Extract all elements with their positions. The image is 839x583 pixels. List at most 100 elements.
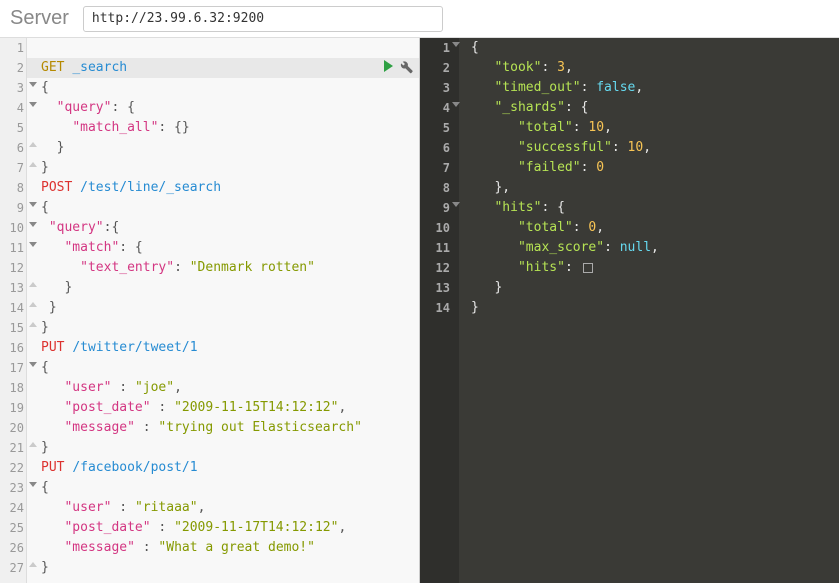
code-content[interactable]: }: [27, 158, 419, 178]
line-number: 24: [0, 498, 27, 518]
editor-line[interactable]: 23{: [0, 478, 419, 498]
editor-line[interactable]: 16PUT /twitter/tweet/1: [0, 338, 419, 358]
fold-icon[interactable]: [29, 442, 37, 447]
editor-line[interactable]: 24 "user" : "ritaaa",: [0, 498, 419, 518]
code-content: "hits":: [459, 258, 593, 278]
server-url-input[interactable]: [83, 6, 443, 32]
editor-line[interactable]: 13 }: [0, 278, 419, 298]
code-content[interactable]: }: [27, 138, 419, 158]
code-content[interactable]: }: [27, 278, 419, 298]
editor-line[interactable]: 18 "user" : "joe",: [0, 378, 419, 398]
editor-line[interactable]: 2GET _search: [0, 58, 419, 78]
editor-line[interactable]: 9{: [0, 198, 419, 218]
line-number: 3: [0, 78, 27, 98]
request-editor-pane[interactable]: 12GET _search3{4 "query": {5 "match_all"…: [0, 38, 420, 583]
code-content[interactable]: "message" : "What a great demo!": [27, 538, 419, 558]
editor-line[interactable]: 21}: [0, 438, 419, 458]
code-content[interactable]: "text_entry": "Denmark rotten": [27, 258, 419, 278]
fold-icon[interactable]: [29, 82, 37, 87]
editor-line[interactable]: 14 }: [0, 298, 419, 318]
main-area: 12GET _search3{4 "query": {5 "match_all"…: [0, 38, 839, 583]
code-content[interactable]: }: [27, 558, 419, 578]
fold-icon[interactable]: [29, 322, 37, 327]
code-content[interactable]: "post_date" : "2009-11-15T14:12:12",: [27, 398, 419, 418]
code-content[interactable]: }: [27, 318, 419, 338]
line-number: 18: [0, 378, 27, 398]
code-content: "total": 10,: [459, 118, 612, 138]
fold-icon[interactable]: [29, 162, 37, 167]
code-content[interactable]: "user" : "ritaaa",: [27, 498, 419, 518]
line-number: 9: [420, 198, 459, 218]
fold-icon[interactable]: [29, 282, 37, 287]
code-content: "took": 3,: [459, 58, 573, 78]
server-label: Server: [10, 7, 69, 30]
response-viewer-pane[interactable]: 1{2 "took": 3,3 "timed_out": false,4 "_s…: [420, 38, 839, 583]
line-number: 23: [0, 478, 27, 498]
line-actions: [384, 60, 413, 74]
editor-line[interactable]: 4 "query": {: [0, 98, 419, 118]
editor-line[interactable]: 25 "post_date" : "2009-11-17T14:12:12",: [0, 518, 419, 538]
code-content[interactable]: }: [27, 298, 419, 318]
editor-line[interactable]: 20 "message" : "trying out Elasticsearch…: [0, 418, 419, 438]
line-number: 1: [0, 38, 27, 58]
fold-icon[interactable]: [29, 142, 37, 147]
code-content[interactable]: {: [27, 358, 419, 378]
fold-icon[interactable]: [29, 302, 37, 307]
fold-icon[interactable]: [452, 202, 460, 207]
code-content[interactable]: }: [27, 438, 419, 458]
response-line: 12 "hits":: [420, 258, 839, 278]
line-number: 8: [0, 178, 27, 198]
code-content[interactable]: POST /test/line/_search: [27, 178, 419, 198]
code-content[interactable]: "match_all": {}: [27, 118, 419, 138]
editor-line[interactable]: 8POST /test/line/_search: [0, 178, 419, 198]
response-line: 3 "timed_out": false,: [420, 78, 839, 98]
editor-line[interactable]: 27}: [0, 558, 419, 578]
editor-line[interactable]: 6 }: [0, 138, 419, 158]
editor-line[interactable]: 1: [0, 38, 419, 58]
code-content[interactable]: "user" : "joe",: [27, 378, 419, 398]
code-content[interactable]: "query": {: [27, 98, 419, 118]
code-content[interactable]: "query":{: [27, 218, 419, 238]
editor-line[interactable]: 17{: [0, 358, 419, 378]
response-line: 1{: [420, 38, 839, 58]
wrench-icon[interactable]: [399, 60, 413, 74]
editor-line[interactable]: 26 "message" : "What a great demo!": [0, 538, 419, 558]
editor-line[interactable]: 15}: [0, 318, 419, 338]
collapsed-array-icon[interactable]: [583, 263, 593, 273]
fold-icon[interactable]: [29, 242, 37, 247]
code-content[interactable]: {: [27, 198, 419, 218]
fold-icon[interactable]: [29, 202, 37, 207]
line-number: 10: [0, 218, 27, 238]
fold-icon[interactable]: [452, 102, 460, 107]
fold-icon[interactable]: [29, 562, 37, 567]
editor-line[interactable]: 7}: [0, 158, 419, 178]
fold-icon[interactable]: [452, 42, 460, 47]
code-content: },: [459, 178, 510, 198]
fold-icon[interactable]: [29, 482, 37, 487]
editor-line[interactable]: 19 "post_date" : "2009-11-15T14:12:12",: [0, 398, 419, 418]
response-line: 10 "total": 0,: [420, 218, 839, 238]
line-number: 19: [0, 398, 27, 418]
code-content[interactable]: PUT /facebook/post/1: [27, 458, 419, 478]
code-content[interactable]: GET _search: [27, 58, 419, 78]
editor-line[interactable]: 22PUT /facebook/post/1: [0, 458, 419, 478]
code-content[interactable]: "match": {: [27, 238, 419, 258]
code-content[interactable]: {: [27, 78, 419, 98]
line-number: 25: [0, 518, 27, 538]
editor-line[interactable]: 3{: [0, 78, 419, 98]
editor-line[interactable]: 11 "match": {: [0, 238, 419, 258]
fold-icon[interactable]: [29, 362, 37, 367]
line-number: 21: [0, 438, 27, 458]
code-content[interactable]: "message" : "trying out Elasticsearch": [27, 418, 419, 438]
response-line: 5 "total": 10,: [420, 118, 839, 138]
code-content[interactable]: {: [27, 478, 419, 498]
line-number: 13: [420, 278, 459, 298]
fold-icon[interactable]: [29, 222, 37, 227]
editor-line[interactable]: 12 "text_entry": "Denmark rotten": [0, 258, 419, 278]
code-content[interactable]: PUT /twitter/tweet/1: [27, 338, 419, 358]
editor-line[interactable]: 10 "query":{: [0, 218, 419, 238]
fold-icon[interactable]: [29, 102, 37, 107]
code-content[interactable]: "post_date" : "2009-11-17T14:12:12",: [27, 518, 419, 538]
editor-line[interactable]: 5 "match_all": {}: [0, 118, 419, 138]
run-query-icon[interactable]: [384, 60, 393, 72]
